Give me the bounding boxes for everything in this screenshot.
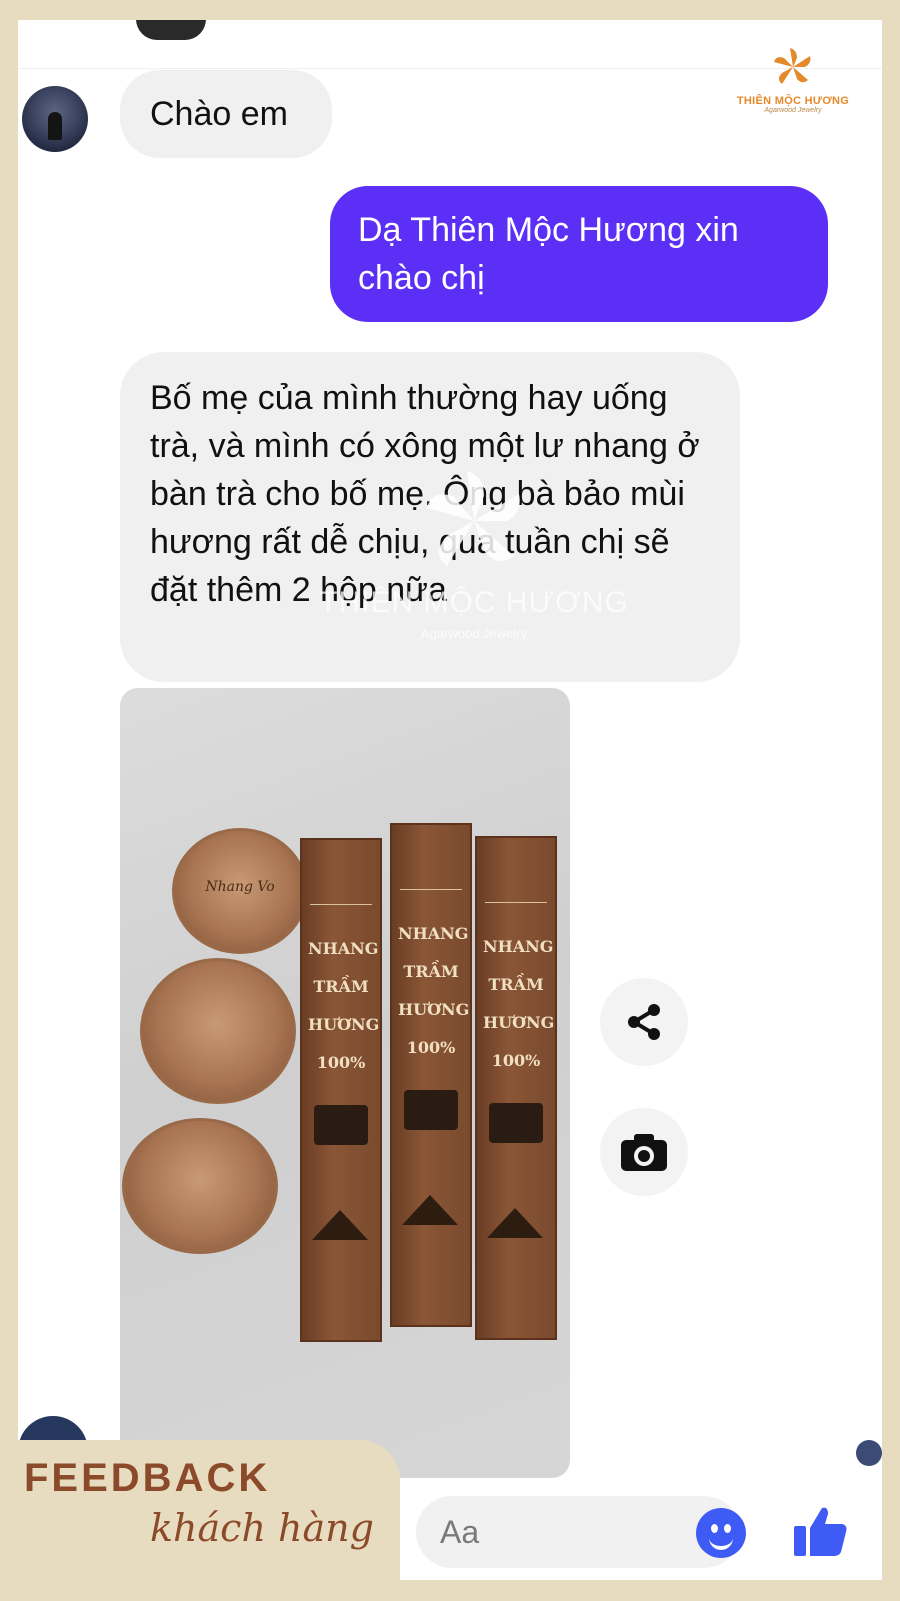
brand-logo: THIÊN MỘC HƯƠNG Agarwood Jewelry [723,46,863,116]
seen-avatar [856,1440,882,1466]
message-composer: Aa [400,1490,882,1580]
logo-brand-name: THIÊN MỘC HƯƠNG [736,95,850,107]
emoji-icon[interactable] [696,1508,746,1558]
incense-jar [122,1118,278,1254]
input-placeholder: Aa [440,1514,480,1550]
pinwheel-logo-icon [774,48,811,84]
message-text: Chào em [150,95,288,133]
message-outgoing[interactable]: Dạ Thiên Mộc Hương xin chào chị [330,186,828,322]
chat-screen: THIÊN MỘC HƯƠNG Agarwood Jewelry Chào em… [18,20,882,1580]
banner-title: FEEDBACK [24,1456,271,1500]
incense-box: NHANG TRẦM HƯƠNG 100% [475,836,557,1340]
thumbs-up-icon[interactable] [790,1500,850,1560]
incense-box: NHANG TRẦM HƯƠNG 100% [390,823,472,1327]
banner-subtitle: khách hàng [150,1506,374,1550]
incense-jar [140,958,296,1104]
message-input[interactable]: Aa [416,1496,746,1568]
share-button[interactable] [600,978,688,1066]
incense-box: NHANG TRẦM HƯƠNG 100% [300,838,382,1342]
feedback-banner: FEEDBACK khách hàng [0,1440,400,1601]
contact-avatar-top[interactable] [136,20,206,40]
message-text: Dạ Thiên Mộc Hương xin chào chị [358,211,739,297]
share-icon [628,1004,660,1040]
message-incoming[interactable]: Bố mẹ của mình thường hay uống trà, và m… [120,352,740,682]
camera-icon [621,1134,667,1171]
product-photo[interactable]: Nhang Vo NHANG TRẦM HƯƠNG 100% NHANG TRẦ… [120,688,570,1478]
message-incoming[interactable]: Chào em [120,70,332,158]
contact-avatar[interactable] [22,86,88,152]
save-photo-button[interactable] [600,1108,688,1196]
incense-jar: Nhang Vo [172,828,308,954]
logo-tagline: Agarwood Jewelry [764,107,822,114]
message-text: Bố mẹ của mình thường hay uống trà, và m… [150,379,700,609]
